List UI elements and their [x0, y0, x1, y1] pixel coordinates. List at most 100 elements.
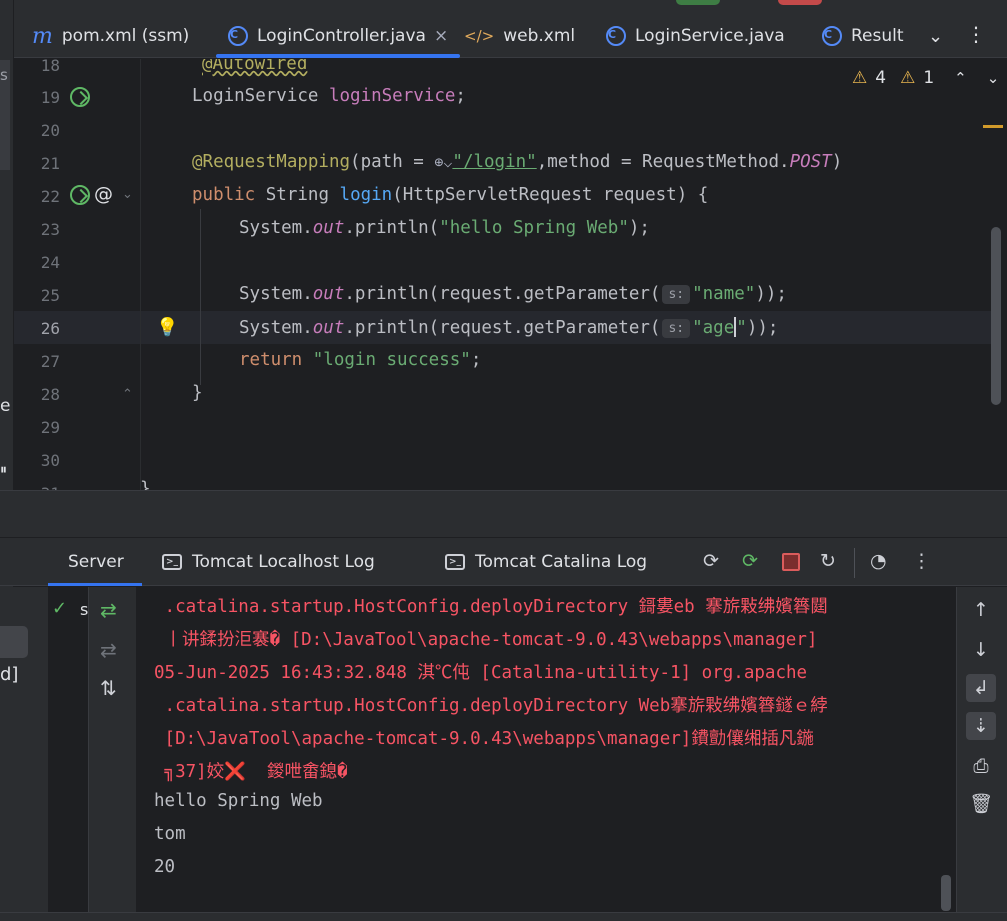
at-mapping-icon[interactable]: @	[94, 183, 113, 205]
code-line-27: return "login success";	[239, 350, 482, 370]
line-number: 20	[40, 121, 60, 140]
line-number: 27	[40, 352, 60, 371]
console-output[interactable]: .catalina.startup.HostConfig.deployDirec…	[136, 587, 956, 912]
deployed-check-icon: ✓	[52, 598, 68, 619]
weak-warning-icon: ⚠	[900, 68, 916, 88]
tab-label: LoginController.java	[257, 26, 426, 46]
line-number: 28	[40, 385, 60, 404]
class-icon: C	[606, 26, 626, 46]
endpoint-icon[interactable]	[70, 185, 90, 210]
line-number: 25	[40, 286, 60, 305]
stop-icon[interactable]	[782, 553, 800, 571]
lightbulb-icon[interactable]: 💡	[156, 317, 178, 338]
profiler-gauge-icon[interactable]: ◔	[870, 550, 887, 572]
close-icon[interactable]: ×	[434, 26, 448, 46]
console-line: tom	[154, 824, 186, 844]
parameter-hint: s:	[662, 319, 691, 338]
status-bar-edge	[0, 912, 1007, 921]
console-line: .catalina.startup.HostConfig.deployDirec…	[154, 696, 828, 716]
tab-login-service[interactable]: C LoginService.java	[606, 16, 785, 56]
tab-label: Result	[851, 26, 904, 46]
update-resources-icon[interactable]: ⇅	[100, 676, 117, 700]
code-line-31: }	[140, 479, 151, 490]
tab-web-xml[interactable]: </> web.xml	[464, 16, 575, 56]
line-number: 21	[40, 154, 60, 173]
console-line: 丨讲鍒扮洰褰� [D:\JavaTool\apache-tomcat-9.0.4…	[154, 630, 818, 650]
terminal-icon: >_	[162, 554, 182, 570]
more-options-icon[interactable]: ⋮	[966, 22, 986, 46]
console-line: 05-Jun-2025 16:43:32.848 淇℃伅 [Catalina-u…	[154, 663, 808, 683]
toolbar-separator	[854, 548, 855, 578]
next-highlight-icon[interactable]: ⌄	[987, 69, 1000, 87]
services-tree-selected-item[interactable]	[0, 626, 28, 658]
tab-label: LoginService.java	[635, 26, 785, 46]
inspection-widget[interactable]: ⚠ 4 ⚠ 1 ⌃ ⌄	[852, 68, 999, 88]
soft-wrap-icon[interactable]: ↲	[966, 674, 996, 702]
scroll-to-end-icon[interactable]: ⇣	[966, 712, 996, 740]
rerun-icon[interactable]: ⟳	[703, 550, 719, 572]
pause-icon[interactable]: ⏸	[0, 462, 7, 478]
deploy-icon[interactable]: ⇄	[100, 598, 117, 622]
globe-icon: ⊕⌵	[434, 153, 453, 171]
line-number: 24	[40, 253, 60, 272]
tab-label: web.xml	[503, 26, 576, 46]
parameter-hint: s:	[662, 285, 691, 304]
line-number: 19	[40, 88, 60, 107]
bean-navigation-icon[interactable]	[70, 87, 90, 112]
warning-marker[interactable]	[983, 125, 1003, 128]
code-line-21: @RequestMapping(path = ⊕⌵"/login",method…	[192, 152, 843, 172]
code-editor[interactable]: 18 19 20 21 22 23 24 25 26 27 28 29 30 3…	[14, 59, 1007, 490]
gutter-separator	[140, 59, 141, 490]
maven-icon: m	[32, 23, 53, 49]
code-line-26: System.out.println(request.getParameter(…	[239, 317, 779, 338]
console-scrollbar[interactable]	[941, 875, 951, 911]
console-line: [D:\JavaTool\apache-tomcat-9.0.43\webapp…	[154, 729, 814, 749]
previous-highlight-icon[interactable]: ⌃	[954, 69, 967, 87]
tab-tomcat-localhost-log[interactable]: >_ Tomcat Localhost Log	[162, 552, 375, 572]
tab-list-chevron-icon[interactable]: ⌄	[928, 26, 943, 47]
console-line: hello Spring Web	[154, 791, 323, 811]
tab-label: Tomcat Localhost Log	[192, 552, 375, 572]
more-options-icon[interactable]: ⋮	[912, 550, 931, 572]
warning-count: 4	[875, 68, 887, 88]
undeploy-icon[interactable]: ⇄	[100, 638, 117, 662]
tab-label: Tomcat Catalina Log	[475, 552, 648, 572]
indent-guide	[200, 209, 201, 385]
line-number: 18	[40, 59, 60, 75]
fold-chevron-down-icon[interactable]: ⌄	[122, 187, 133, 202]
terminal-icon: >_	[445, 554, 465, 570]
stop-status-indicator	[778, 0, 822, 5]
tab-server[interactable]: Server	[68, 552, 124, 572]
reload-icon[interactable]: ↻	[820, 550, 836, 572]
project-panel-text-fragment: s	[0, 66, 8, 84]
code-line-28: }	[192, 383, 203, 403]
scroll-down-icon[interactable]: ↓	[966, 636, 996, 664]
tab-login-controller[interactable]: C LoginController.java ×	[228, 16, 448, 56]
rerun-debug-icon[interactable]: ⟳	[742, 550, 758, 572]
scroll-up-icon[interactable]: ↑	[966, 596, 996, 624]
clear-all-icon[interactable]: 🗑	[966, 790, 996, 818]
code-line-25: System.out.println(request.getParameter(…	[239, 284, 787, 304]
panel-splitter[interactable]	[0, 490, 1007, 538]
console-line: 20	[154, 857, 176, 877]
console-line: ╗37]姣❌ 鍐呭畬鎴�	[154, 762, 348, 782]
tab-label: pom.xml (ssm)	[61, 26, 190, 46]
code-line-22: public String login(HttpServletRequest r…	[192, 185, 709, 205]
run-status-indicator	[676, 0, 720, 5]
warning-icon: ⚠	[852, 68, 868, 88]
line-number: 22	[40, 187, 60, 206]
line-number: 30	[40, 451, 60, 470]
services-tree-item-fragment: d]	[0, 664, 19, 685]
tab-tomcat-catalina-log[interactable]: >_ Tomcat Catalina Log	[445, 552, 647, 572]
editor-scrollbar[interactable]	[991, 227, 1001, 405]
tab-pom-xml[interactable]: m pom.xml (ssm)	[32, 16, 189, 56]
project-panel-text-fragment-e: e	[0, 396, 11, 416]
active-panel-tab-indicator	[48, 583, 142, 586]
tab-result[interactable]: C Result	[822, 16, 904, 56]
print-icon[interactable]: ⎙	[966, 752, 996, 780]
xml-icon: </>	[464, 27, 495, 45]
fold-chevron-up-icon[interactable]: ⌃	[122, 387, 133, 402]
class-icon: C	[822, 26, 842, 46]
class-icon: C	[228, 26, 248, 46]
active-tab-indicator	[216, 54, 460, 58]
